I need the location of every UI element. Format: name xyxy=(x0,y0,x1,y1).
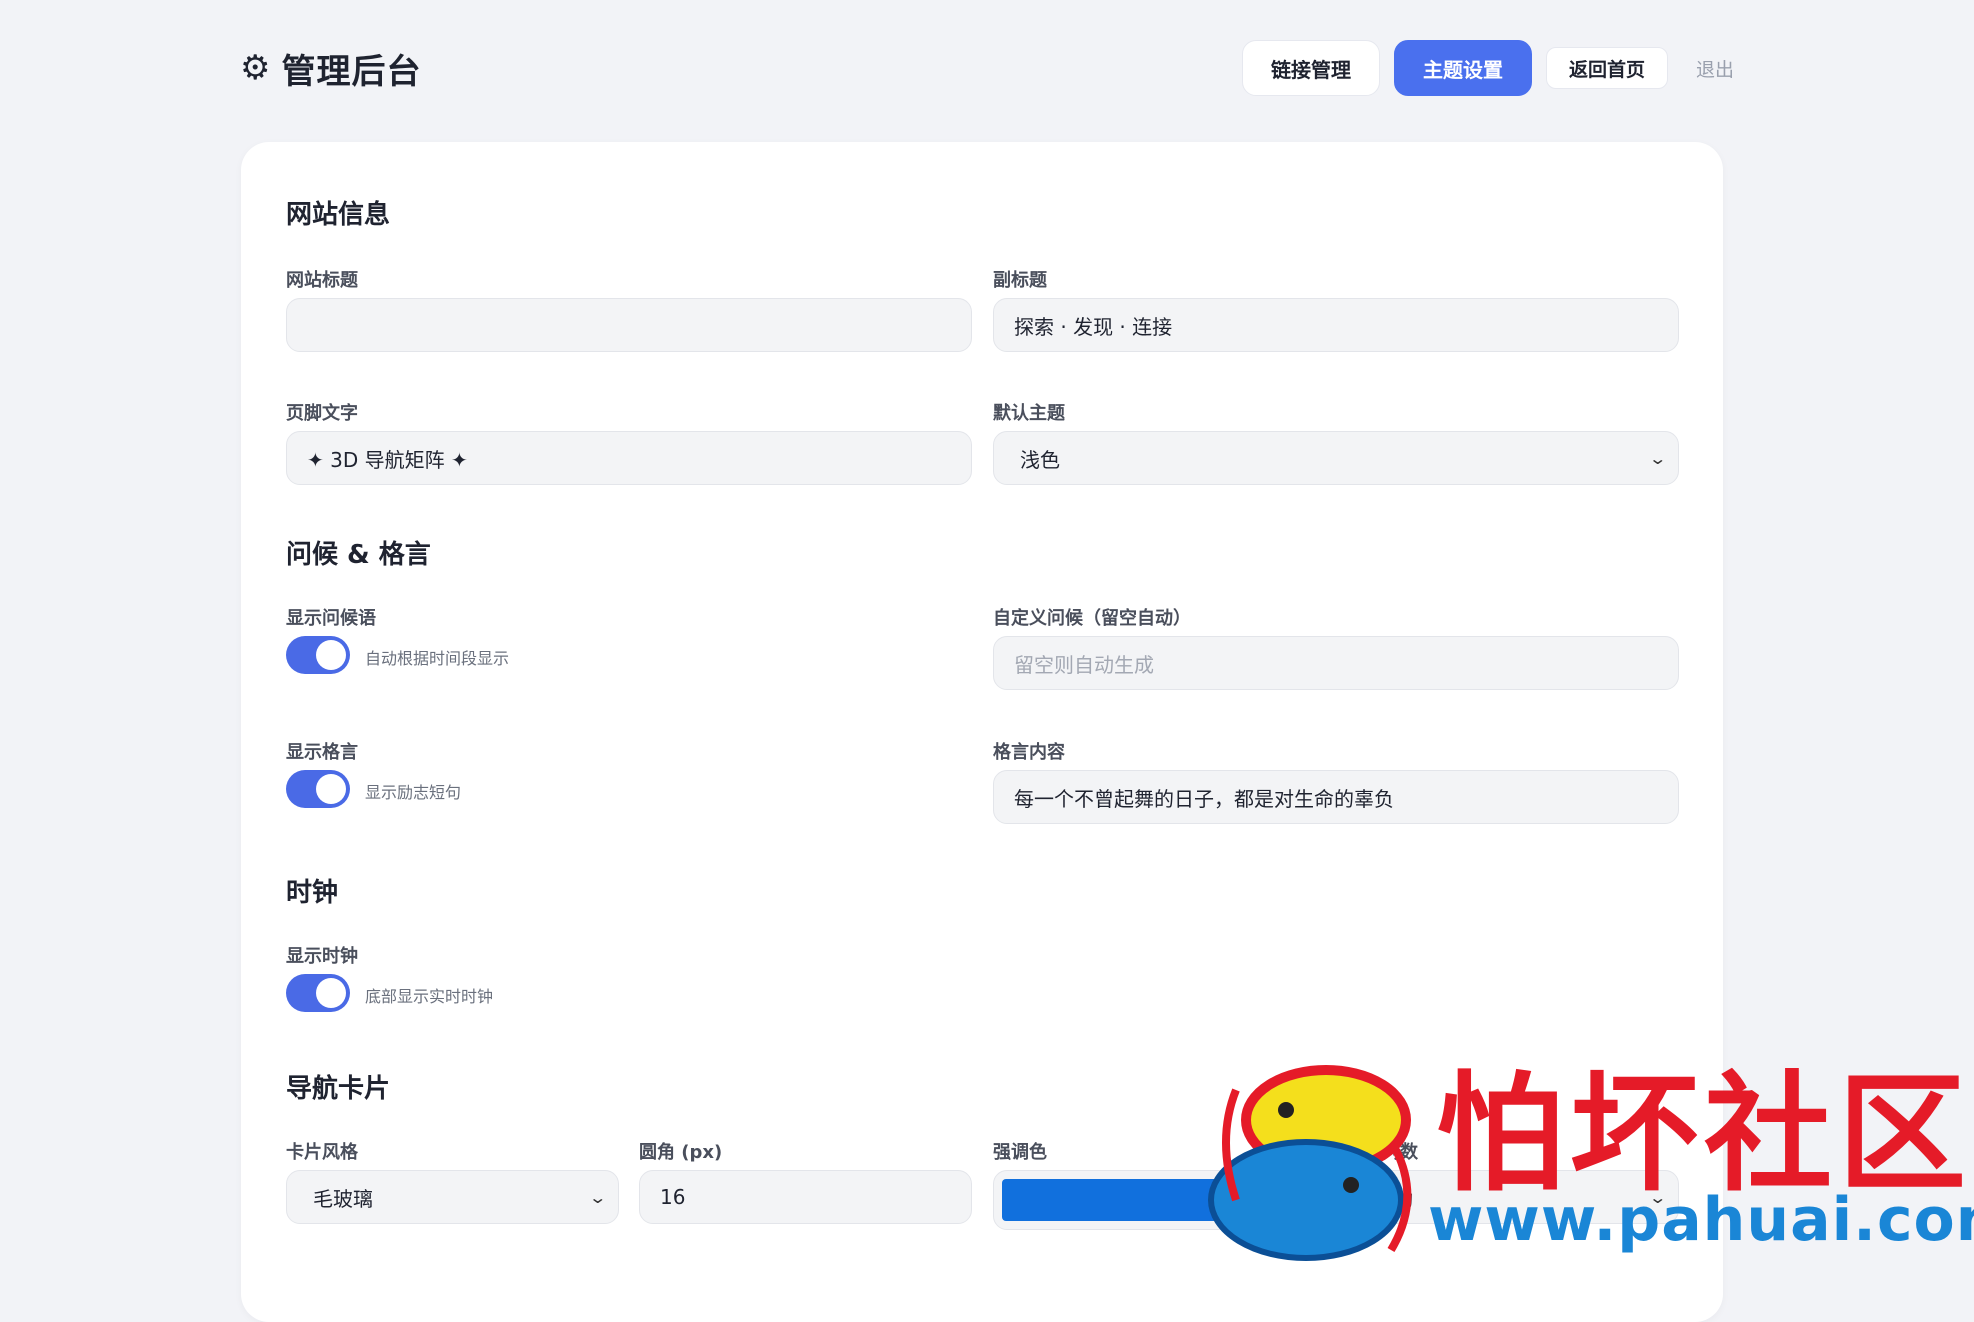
default-theme-select[interactable]: 浅色 ⌄ xyxy=(993,431,1679,485)
top-nav: 链接管理 主题设置 返回首页 退出 xyxy=(1241,40,1734,96)
show-greeting-label: 显示问候语 xyxy=(286,608,376,629)
default-theme-value: 浅色 xyxy=(1020,447,1060,472)
nav-links-button[interactable]: 链接管理 xyxy=(1241,40,1380,96)
chevron-down-icon: ⌄ xyxy=(587,1187,607,1207)
toggle-knob xyxy=(316,774,346,804)
show-clock-toggle[interactable] xyxy=(286,974,350,1012)
page-title: 管理后台 xyxy=(281,51,422,92)
show-clock-hint: 底部显示实时时钟 xyxy=(365,987,494,1006)
section-title-greeting: 问候 & 格言 xyxy=(286,540,431,570)
site-title-label: 网站标题 xyxy=(286,270,358,291)
show-greeting-hint: 自动根据时间段显示 xyxy=(365,649,510,668)
nav-theme-button[interactable]: 主题设置 xyxy=(1393,40,1532,96)
show-motto-label: 显示格言 xyxy=(286,742,358,763)
top-bar: ⚙ 管理后台 链接管理 主题设置 返回首页 退出 xyxy=(240,38,1734,98)
watermark-url: www.pahuai.com xyxy=(1428,1185,1974,1255)
show-greeting-toggle[interactable] xyxy=(286,636,350,674)
show-clock-label: 显示时钟 xyxy=(286,946,358,967)
card-style-value: 毛玻璃 xyxy=(313,1186,373,1211)
show-motto-toggle[interactable] xyxy=(286,770,350,808)
site-title-input[interactable] xyxy=(286,298,972,352)
gear-icon: ⚙ xyxy=(240,48,272,88)
subtitle-label: 副标题 xyxy=(993,270,1047,291)
section-title-nav-cards: 导航卡片 xyxy=(286,1074,391,1104)
section-title-site-info: 网站信息 xyxy=(286,200,391,230)
motto-input[interactable]: 每一个不曾起舞的日子，都是对生命的辜负 xyxy=(993,770,1679,824)
card-style-select[interactable]: 毛玻璃 ⌄ xyxy=(286,1170,619,1224)
chevron-down-icon: ⌄ xyxy=(1647,448,1667,468)
watermark-brand: 怕坏社区 xyxy=(1436,1059,1973,1209)
accent-color-label: 强调色 xyxy=(993,1142,1047,1163)
footer-text-input[interactable]: ✦ 3D 导航矩阵 ✦ xyxy=(286,431,972,485)
radius-input[interactable]: 16 xyxy=(639,1170,972,1224)
motto-label: 格言内容 xyxy=(993,742,1065,763)
custom-greeting-input[interactable]: 留空则自动生成 xyxy=(993,636,1679,690)
section-title-clock: 时钟 xyxy=(286,878,339,908)
default-theme-label: 默认主题 xyxy=(993,403,1065,424)
watermark: 怕坏社区 www.pahuai.com xyxy=(1196,1050,1974,1273)
radius-label: 圆角 (px) xyxy=(639,1142,723,1163)
fish-logo-icon xyxy=(1208,1065,1412,1261)
show-motto-hint: 显示励志短句 xyxy=(365,783,462,802)
toggle-knob xyxy=(316,640,346,670)
subtitle-input[interactable]: 探索 · 发现 · 连接 xyxy=(993,298,1679,352)
nav-home-button[interactable]: 返回首页 xyxy=(1545,47,1668,89)
logout-link[interactable]: 退出 xyxy=(1696,55,1734,82)
toggle-knob xyxy=(316,978,346,1008)
footer-text-label: 页脚文字 xyxy=(286,403,358,424)
brand: ⚙ 管理后台 xyxy=(240,44,421,93)
card-style-label: 卡片风格 xyxy=(286,1142,358,1163)
custom-greeting-label: 自定义问候（留空自动） xyxy=(993,608,1191,629)
